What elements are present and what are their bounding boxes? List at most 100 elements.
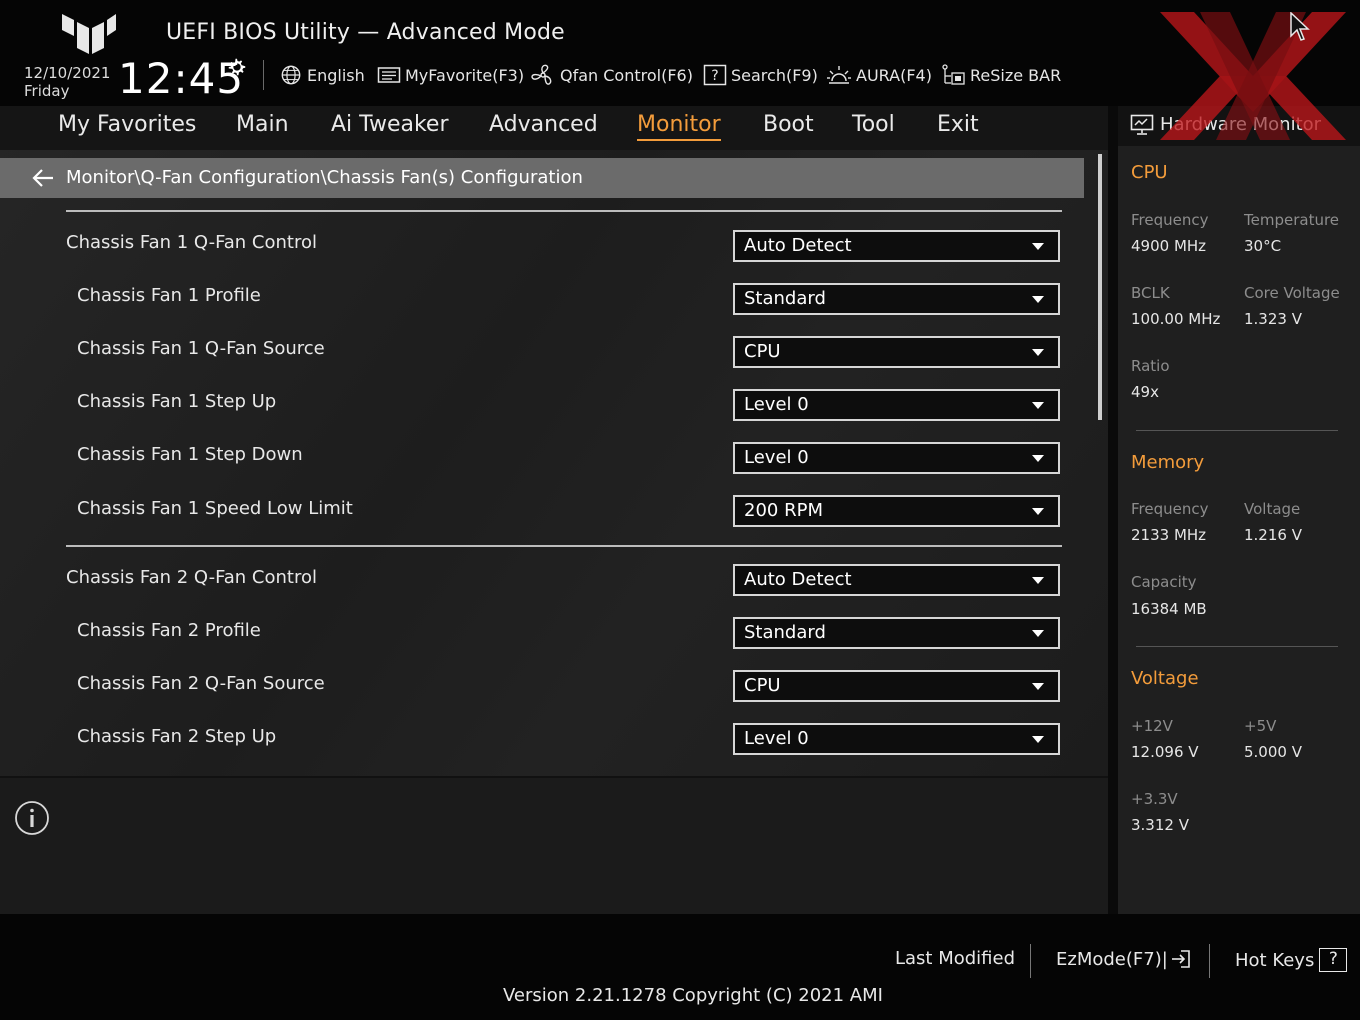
tab-my-favorites[interactable]: My Favorites [58,112,196,137]
setting-label: Chassis Fan 1 Speed Low Limit [77,498,353,519]
select-value: Auto Detect [744,235,852,256]
chassis-fan2-qfan-control-select[interactable]: Auto Detect [733,564,1060,596]
dropdown-arrow-icon [1032,630,1044,637]
dropdown-arrow-icon [1032,736,1044,743]
memory-frequency-value: 2133 MHz [1131,526,1207,544]
select-value: Level 0 [744,447,809,468]
hardware-monitor-header: Hardware Monitor [1118,106,1360,146]
select-value: Level 0 [744,728,809,749]
info-icon [15,801,49,835]
last-modified-button[interactable]: Last Modified [895,948,1015,969]
dropdown-arrow-icon [1032,455,1044,462]
chassis-fan1-step-down-select[interactable]: Level 0 [733,442,1060,474]
chassis-fan1-qfan-source-select[interactable]: CPU [733,336,1060,368]
ezmode-label: EzMode(F7)| [1056,948,1168,970]
globe-icon [281,65,301,85]
resize-bar-button[interactable]: ReSize BAR [940,63,1061,87]
setting-label: Chassis Fan 1 Step Up [77,391,277,412]
capacity-value: 16384 MB [1131,600,1207,618]
tab-advanced[interactable]: Advanced [489,112,598,137]
search-button[interactable]: ? Search(F9) [703,63,818,87]
chassis-fan2-step-up-select[interactable]: Level 0 [733,723,1060,755]
hot-keys-question-icon: ? [1319,948,1348,972]
aura-light-icon [827,66,851,84]
tab-monitor[interactable]: Monitor [637,112,721,141]
aura-button[interactable]: AURA(F4) [826,63,932,87]
chassis-fan2-qfan-source-select[interactable]: CPU [733,670,1060,702]
select-value: CPU [744,341,781,362]
language-label: English [307,65,365,85]
chassis-fan1-step-up-select[interactable]: Level 0 [733,389,1060,421]
select-value: Auto Detect [744,569,852,590]
setting-label: Chassis Fan 2 Profile [77,620,261,641]
chassis-fan2-profile-select[interactable]: Standard [733,617,1060,649]
language-button[interactable]: English [279,63,365,87]
myfavorite-label: MyFavorite(F3) [405,65,525,85]
ratio-label: Ratio [1131,357,1170,375]
v5-label: +5V [1244,717,1277,735]
core-voltage-value: 1.323 V [1244,310,1302,328]
footer-separator [1209,944,1210,978]
breadcrumb-path: Monitor\Q-Fan Configuration\Chassis Fan(… [66,167,583,188]
fan-icon [531,64,552,85]
setting-label: Chassis Fan 1 Q-Fan Control [66,232,317,253]
tab-boot[interactable]: Boot [763,112,814,137]
dropdown-arrow-icon [1032,402,1044,409]
v5-value: 5.000 V [1244,743,1302,761]
setting-label: Chassis Fan 2 Q-Fan Control [66,567,317,588]
chassis-fan1-profile-select[interactable]: Standard [733,283,1060,315]
tab-exit[interactable]: Exit [937,112,979,137]
setting-label: Chassis Fan 2 Q-Fan Source [77,673,325,694]
tab-main[interactable]: Main [236,112,289,137]
section-divider [66,545,1062,547]
memory-voltage-label: Voltage [1244,500,1301,518]
dropdown-arrow-icon [1032,349,1044,356]
qfan-control-button[interactable]: Qfan Control(F6) [530,63,693,87]
main-panel: My Favorites Main Ai Tweaker Advanced Mo… [0,106,1108,914]
header-bar: UEFI BIOS Utility — Advanced Mode 12/10/… [0,0,1360,106]
hw-divider [1136,646,1338,647]
back-arrow-icon[interactable] [32,168,54,188]
select-value: Standard [744,622,826,643]
date-display: 12/10/2021 Friday [24,64,110,100]
resize-bar-icon [942,64,965,85]
scrollbar[interactable] [1098,154,1102,420]
voltage-heading: Voltage [1131,668,1199,689]
tab-ai-tweaker[interactable]: Ai Tweaker [331,112,449,137]
ezmode-button[interactable]: EzMode(F7)| [1056,948,1192,970]
qfan-control-label: Qfan Control(F6) [560,65,693,85]
cpu-frequency-value: 4900 MHz [1131,237,1207,255]
v12-value: 12.096 V [1131,743,1199,761]
header-separator [263,60,264,90]
help-description-area [0,776,1108,914]
footer-bar: Last Modified EzMode(F7)| Hot Keys ? Ver… [0,914,1360,1020]
gear-icon[interactable] [226,56,248,78]
dropdown-arrow-icon [1032,508,1044,515]
section-divider [66,210,1062,212]
main-nav: My Favorites Main Ai Tweaker Advanced Mo… [0,106,1108,150]
select-value: Level 0 [744,394,809,415]
hw-divider [1136,430,1338,431]
tuf-logo-icon [62,14,116,54]
cpu-temperature-value: 30°C [1244,237,1282,255]
hot-keys-button[interactable]: Hot Keys ? [1235,948,1348,972]
v12-label: +12V [1131,717,1173,735]
cpu-temperature-label: Temperature [1244,211,1340,229]
core-voltage-label: Core Voltage [1244,284,1340,302]
footer-separator [1030,944,1031,978]
myfavorite-button[interactable]: MyFavorite(F3) [377,63,524,87]
bclk-value: 100.00 MHz [1131,310,1221,328]
capacity-label: Capacity [1131,573,1197,591]
v33-value: 3.312 V [1131,816,1189,834]
setting-label: Chassis Fan 2 Step Up [77,726,277,747]
dropdown-arrow-icon [1032,577,1044,584]
tab-tool[interactable]: Tool [852,112,895,137]
cpu-frequency-label: Frequency [1131,211,1209,229]
exit-to-ezmode-icon [1171,950,1190,968]
memory-frequency-label: Frequency [1131,500,1209,518]
breadcrumb: Monitor\Q-Fan Configuration\Chassis Fan(… [0,158,1084,198]
chassis-fan1-qfan-control-select[interactable]: Auto Detect [733,230,1060,262]
chassis-fan1-speed-low-limit-select[interactable]: 200 RPM [733,495,1060,527]
aura-label: AURA(F4) [856,65,932,85]
app-title: UEFI BIOS Utility — Advanced Mode [166,20,565,45]
